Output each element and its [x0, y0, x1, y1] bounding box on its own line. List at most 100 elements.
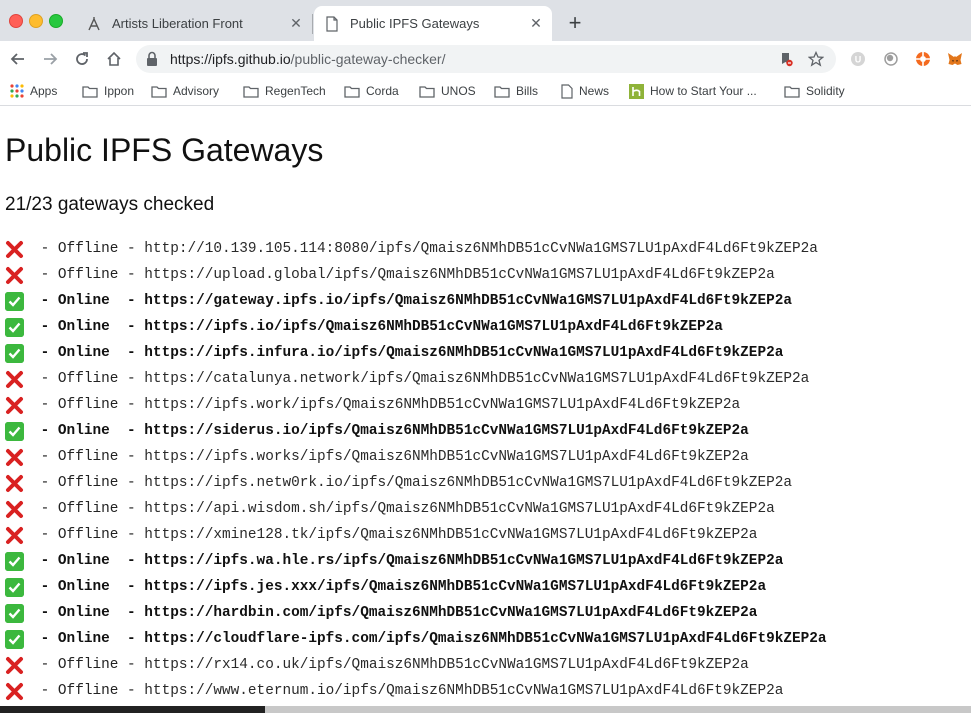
separator-text: - [118, 579, 145, 595]
extension-u-icon[interactable]: U [850, 51, 866, 67]
gateway-status: Online [57, 345, 119, 361]
gateway-url-link[interactable]: https://cloudflare-ipfs.com/ipfs/Qmaisz6… [144, 631, 826, 647]
tab-artists-liberation-front[interactable]: Artists Liberation Front ✕ [76, 6, 312, 41]
gateway-url-link[interactable]: https://ipfs.wa.hle.rs/ipfs/Qmaisz6NMhDB… [144, 553, 783, 569]
window-minimize-button[interactable] [29, 14, 43, 28]
check-mark-icon [5, 577, 24, 597]
browser-toolbar: https://ipfs.github.io/public-gateway-ch… [0, 41, 971, 77]
new-tab-button[interactable]: + [565, 10, 585, 35]
gateway-url-link[interactable]: https://ipfs.jes.xxx/ipfs/Qmaisz6NMhDB51… [144, 579, 766, 595]
bookmark-unos[interactable]: UNOS [419, 80, 476, 102]
separator-text: - [32, 397, 58, 413]
gateway-url-link[interactable]: https://xmine128.tk/ipfs/Qmaisz6NMhDB51c… [144, 527, 757, 543]
gateway-url-link[interactable]: https://ipfs.work/ipfs/Qmaisz6NMhDB51cCv… [144, 397, 740, 413]
gateway-status: Online [57, 293, 119, 309]
separator-text: - [118, 657, 145, 673]
lock-icon[interactable] [146, 51, 158, 72]
scrollbar-thumb[interactable] [0, 706, 265, 713]
artist-favicon-icon [86, 16, 102, 32]
cross-mark-icon [5, 500, 24, 519]
separator-text: - [32, 631, 58, 647]
bookmark-advisory[interactable]: Advisory [151, 80, 219, 102]
gateway-row: - Offline - https://api.wisdom.sh/ipfs/Q… [5, 496, 827, 522]
gateway-url-link[interactable]: https://ipfs.works/ipfs/Qmaisz6NMhDB51cC… [144, 449, 749, 465]
separator-text: - [118, 345, 145, 361]
gateway-row: - Offline - http://10.139.105.114:8080/i… [5, 236, 827, 262]
gateway-url-link[interactable]: https://hardbin.com/ipfs/Qmaisz6NMhDB51c… [144, 605, 757, 621]
extension-circle-icon[interactable] [883, 51, 899, 67]
bookmark-news[interactable]: News [561, 80, 609, 102]
horizontal-scrollbar[interactable] [0, 706, 971, 713]
bookmark-how-to-start[interactable]: How to Start Your ... [629, 80, 757, 102]
document-icon [324, 15, 340, 32]
home-icon[interactable] [104, 49, 124, 69]
check-mark-icon [5, 603, 24, 623]
bookmark-star-icon[interactable] [808, 51, 824, 67]
gateway-url-link[interactable]: https://www.eternum.io/ipfs/Qmaisz6NMhDB… [144, 683, 783, 699]
bookmark-label: Bills [516, 84, 539, 98]
cross-mark-icon [5, 682, 24, 701]
reload-icon[interactable] [72, 49, 92, 69]
gateway-row: - Online - https://hardbin.com/ipfs/Qmai… [5, 600, 827, 626]
gateway-url-link[interactable]: https://api.wisdom.sh/ipfs/Qmaisz6NMhDB5… [144, 501, 774, 517]
gateway-url-link[interactable]: https://ipfs.infura.io/ipfs/Qmaisz6NMhDB… [144, 345, 783, 361]
tab-public-ipfs-gateways[interactable]: Public IPFS Gateways ✕ [314, 6, 552, 41]
separator-text: - [118, 449, 145, 465]
separator-text: - [118, 423, 145, 439]
gateway-url-link[interactable]: https://rx14.co.uk/ipfs/Qmaisz6NMhDB51cC… [144, 657, 749, 673]
window-maximize-button[interactable] [49, 14, 63, 28]
gateway-row: - Online - https://gateway.ipfs.io/ipfs/… [5, 288, 827, 314]
bookmark-regentech[interactable]: RegenTech [243, 80, 326, 102]
separator-text: - [32, 449, 58, 465]
bookmark-ippon[interactable]: Ippon [82, 80, 134, 102]
gateway-url-link[interactable]: https://gateway.ipfs.io/ipfs/Qmaisz6NMhD… [144, 293, 792, 309]
page-icon [561, 83, 573, 99]
tab-close-icon[interactable]: ✕ [288, 15, 304, 32]
folder-icon [82, 85, 98, 98]
bookmark-bills[interactable]: Bills [494, 80, 538, 102]
separator-text: - [118, 475, 145, 491]
address-bar[interactable]: https://ipfs.github.io/public-gateway-ch… [136, 45, 836, 73]
gateway-url-link[interactable]: https://ipfs.io/ipfs/Qmaisz6NMhDB51cCvNW… [144, 319, 723, 335]
gateway-url-link[interactable]: https://upload.global/ipfs/Qmaisz6NMhDB5… [144, 267, 774, 283]
separator-text: - [32, 501, 58, 517]
bookmark-label: Advisory [173, 84, 220, 98]
gateway-url-link[interactable]: http://10.139.105.114:8080/ipfs/Qmaisz6N… [144, 241, 818, 257]
separator-text: - [118, 397, 145, 413]
url-text[interactable]: https://ipfs.github.io/public-gateway-ch… [170, 45, 446, 73]
forward-arrow-icon[interactable] [40, 49, 60, 69]
extension-lifebuoy-icon[interactable] [915, 51, 931, 67]
gateway-url-link[interactable]: https://catalunya.network/ipfs/Qmaisz6NM… [144, 371, 809, 387]
blocked-extension-icon[interactable] [778, 51, 794, 67]
folder-icon [494, 85, 510, 98]
back-arrow-icon[interactable] [8, 49, 28, 69]
bookmark-apps[interactable]: Apps [10, 80, 57, 102]
gateway-row: - Offline - https://ipfs.works/ipfs/Qmai… [5, 444, 827, 470]
cross-mark-icon [5, 448, 24, 467]
bookmark-corda[interactable]: Corda [344, 80, 399, 102]
gateway-status: Offline [57, 241, 119, 257]
gateway-row: - Online - https://cloudflare-ipfs.com/i… [5, 626, 827, 652]
folder-icon [344, 85, 360, 98]
separator-text: - [32, 683, 58, 699]
cross-mark-icon [5, 474, 24, 493]
folder-icon [419, 85, 435, 98]
bookmark-label: How to Start Your ... [650, 84, 757, 98]
tab-close-icon[interactable]: ✕ [528, 15, 544, 32]
tab-title: Public IPFS Gateways [350, 16, 480, 31]
checked-status: 21/23 gateways checked [5, 194, 215, 215]
metamask-fox-icon[interactable] [947, 51, 963, 67]
gateway-row: - Offline - https://upload.global/ipfs/Q… [5, 262, 827, 288]
cross-mark-icon [5, 370, 24, 389]
gateway-url-link[interactable]: https://ipfs.netw0rk.io/ipfs/Qmaisz6NMhD… [144, 475, 792, 491]
gateway-status: Offline [57, 527, 119, 543]
gateway-status: Offline [57, 397, 119, 413]
gateway-url-link[interactable]: https://siderus.io/ipfs/Qmaisz6NMhDB51cC… [144, 423, 749, 439]
window-close-button[interactable] [9, 14, 23, 28]
tab-title: Artists Liberation Front [112, 16, 243, 31]
check-mark-icon [5, 421, 24, 441]
separator-text: - [118, 631, 145, 647]
separator-text: - [118, 371, 145, 387]
gateway-status: Offline [57, 683, 119, 699]
bookmark-solidity[interactable]: Solidity [784, 80, 845, 102]
